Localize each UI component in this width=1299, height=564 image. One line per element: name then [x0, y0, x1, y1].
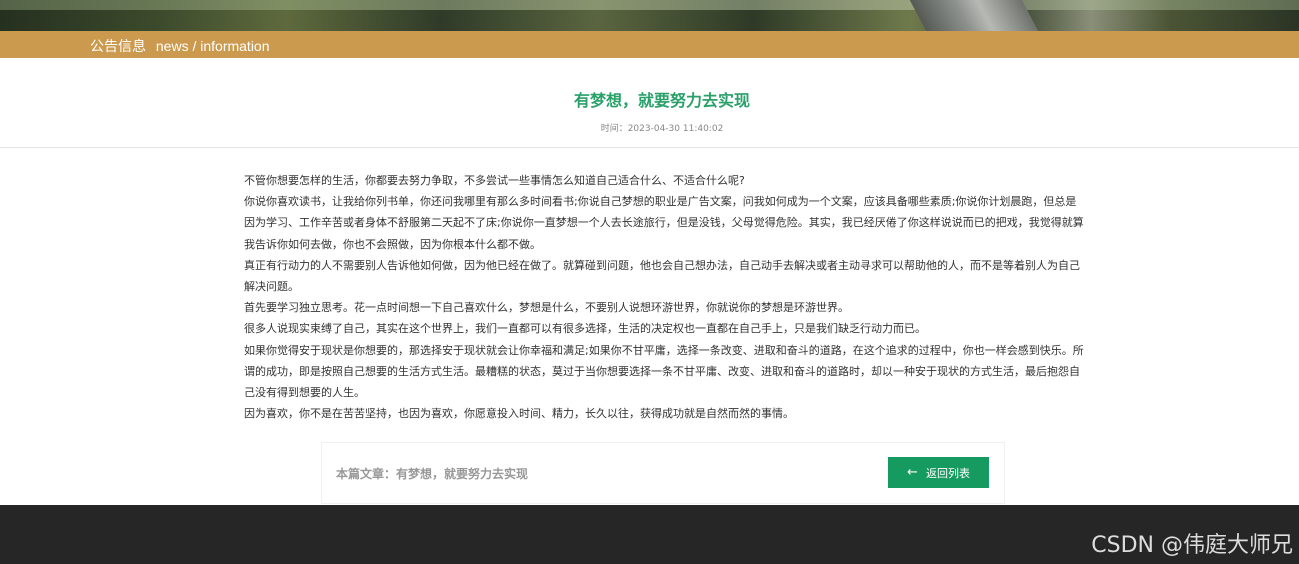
title-divider [0, 147, 1299, 148]
banner-sky [0, 0, 1299, 10]
article-paragraph: 你说你喜欢读书，让我给你列书单，你还问我哪里有那么多时间看书;你说自己梦想的职业… [244, 195, 1084, 251]
article-paragraph: 很多人说现实束缚了自己，其实在这个世界上，我们一直都可以有很多选择，生活的决定权… [244, 322, 926, 336]
banner-road [909, 0, 1039, 31]
back-to-list-label: 返回列表 [925, 466, 970, 480]
current-article-label: 本篇文章：有梦想，就要努力去实现 [336, 467, 529, 481]
article-title: 有梦想，就要努力去实现 [573, 91, 750, 110]
article-paragraph: 真正有行动力的人不需要别人告诉他如何做，因为他已经在做了。就算碰到问题，他也会自… [244, 258, 1080, 294]
article-time: 时间：2023-04-30 11:40:02 [600, 124, 724, 134]
section-title: 公告信息 news / information [90, 36, 270, 56]
section-title-en: news / information [155, 38, 270, 54]
header-banner-image [0, 0, 1299, 31]
article-paragraph: 不管你想要怎样的生活，你都要去努力争取，不多尝试一些事情怎么知道自己适合什么、不… [244, 174, 745, 187]
section-title-bar: 公告信息 news / information [0, 31, 1299, 58]
article-paragraph: 如果你觉得安于现状是你想要的，那选择安于现状就会让你幸福和满足;如果你不甘平庸，… [244, 343, 1084, 400]
csdn-watermark: CSDN @伟庭大师兄 [1091, 533, 1293, 558]
article-footer-box: 本篇文章：有梦想，就要努力去实现 ← 返回列表 [321, 442, 1005, 504]
arrow-left-icon: ← [907, 465, 918, 480]
article-paragraph: 首先要学习独立思考。花一点时间想一下自己喜欢什么，梦想是什么，不要别人说想环游世… [244, 301, 849, 315]
section-title-cn: 公告信息 [90, 38, 146, 54]
back-to-list-button[interactable]: ← 返回列表 [888, 457, 989, 488]
article-content: 不管你想要怎样的生活，你都要去努力争取，不多尝试一些事情怎么知道自己适合什么、不… [244, 170, 1084, 424]
article-paragraph: 因为喜欢，你不是在苦苦坚持，也因为喜欢，你愿意投入时间、精力，长久以往，获得成功… [244, 407, 794, 421]
